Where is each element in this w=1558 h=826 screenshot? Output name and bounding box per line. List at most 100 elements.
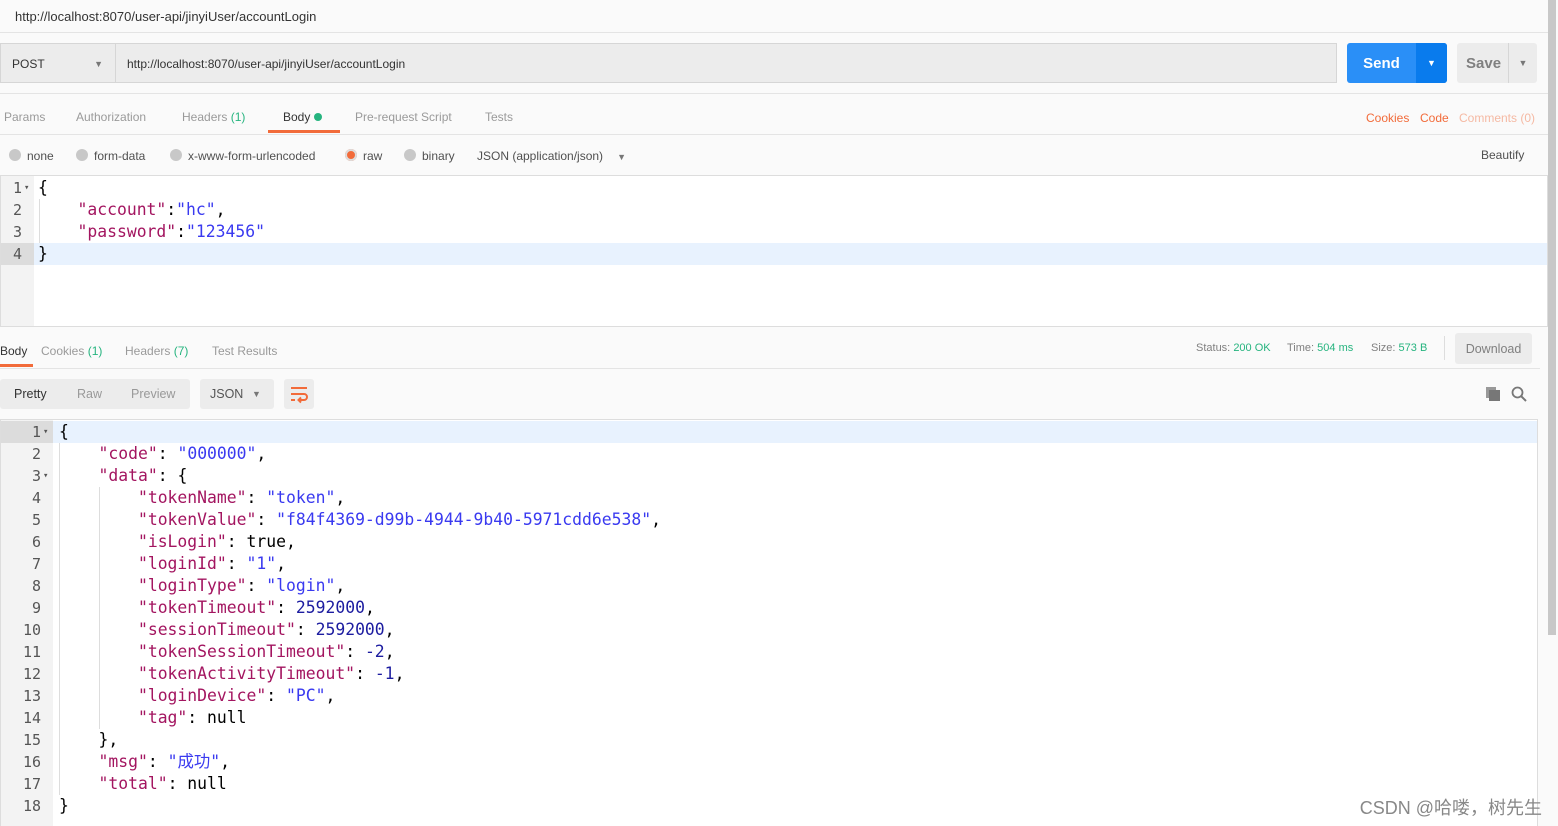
- code-token: "1": [246, 554, 277, 573]
- line-number: 3: [31, 467, 41, 485]
- chevron-down-icon: ▼: [94, 59, 103, 69]
- code-line: 1 ▾{: [1, 421, 1537, 443]
- code-token: ,: [256, 444, 267, 463]
- fold-arrow-icon[interactable]: ▾: [24, 177, 29, 199]
- send-options-chevron-icon[interactable]: ▼: [1416, 43, 1447, 83]
- radio-binary[interactable]: binary: [404, 149, 455, 163]
- fold-arrow-icon[interactable]: ▾: [43, 421, 48, 443]
- code-token: ,: [384, 642, 395, 661]
- view-raw[interactable]: Raw: [77, 387, 102, 401]
- response-tab-headers[interactable]: Headers (7): [125, 344, 188, 358]
- code-token: "loginId": [137, 554, 227, 573]
- code-line: 4 "tokenName": "token",: [1, 487, 1537, 509]
- response-body-viewer[interactable]: 1 ▾{2 "code": "000000", 3 ▾ "data": {4 "tok…: [0, 419, 1538, 826]
- code-token: ,: [215, 200, 226, 219]
- line-number: 11: [22, 643, 41, 661]
- fold-arrow-icon[interactable]: ▾: [43, 465, 48, 487]
- code-line: 5 "tokenValue": "f84f4369-d99b-4944-9b40…: [1, 509, 1537, 531]
- code-text: },: [59, 729, 118, 751]
- tab-tests[interactable]: Tests: [485, 110, 513, 124]
- radio-none[interactable]: none: [9, 149, 54, 163]
- copy-icon[interactable]: [1485, 386, 1501, 402]
- cookies-link[interactable]: Cookies: [1366, 111, 1409, 125]
- code-line: 16 "msg": "成功",: [1, 751, 1537, 773]
- radio-selected-icon: [345, 149, 357, 161]
- comments-link[interactable]: Comments (0): [1459, 111, 1535, 125]
- save-label: Save: [1466, 55, 1502, 72]
- code-text: "total": null: [59, 773, 226, 795]
- tab-authorization[interactable]: Authorization: [76, 110, 146, 124]
- view-preview[interactable]: Preview: [131, 387, 175, 401]
- code-line: 2 "code": "000000",: [1, 443, 1537, 465]
- save-options-chevron-icon[interactable]: ▼: [1508, 43, 1537, 83]
- radio-raw[interactable]: raw: [345, 149, 382, 163]
- code-token: : null: [187, 708, 247, 727]
- radio-icon: [404, 149, 416, 161]
- code-text: "tag": null: [59, 707, 247, 729]
- response-tab-cookies[interactable]: Cookies (1): [41, 344, 102, 358]
- code-token: "tag": [137, 708, 188, 727]
- time-value: 504 ms: [1317, 342, 1354, 354]
- tab-pre-request-script[interactable]: Pre-request Script: [355, 110, 452, 124]
- code-token: :: [295, 620, 316, 639]
- code-token: 2592000: [315, 620, 385, 639]
- code-token: :: [147, 752, 168, 771]
- line-number: 3: [12, 223, 22, 241]
- code-token: "login": [266, 576, 336, 595]
- content-type-select[interactable]: JSON (application/json) ▼: [477, 149, 626, 163]
- download-button[interactable]: Download: [1455, 333, 1532, 364]
- line-number: 12: [22, 665, 41, 683]
- send-button[interactable]: Send ▼: [1347, 43, 1447, 83]
- code-line: 3 ▾ "data": {: [1, 465, 1537, 487]
- line-number: 2: [31, 445, 41, 463]
- request-body-editor[interactable]: 1 ▾{2 "account":"hc", 3 "password":"123456…: [0, 175, 1548, 327]
- size-readout: Size: 573 B: [1371, 342, 1427, 354]
- view-pretty[interactable]: Pretty: [14, 387, 47, 401]
- line-number: 10: [22, 621, 41, 639]
- save-button[interactable]: Save ▼: [1457, 43, 1537, 83]
- search-icon[interactable]: [1511, 386, 1527, 402]
- code-text: "tokenTimeout": 2592000,: [59, 597, 375, 619]
- watermark: CSDN @哈喽，树先生: [1359, 798, 1542, 818]
- code-text: "tokenName": "token",: [59, 487, 345, 509]
- radio-label: form-data: [94, 149, 146, 163]
- code-line: 7 "loginId": "1",: [1, 553, 1537, 575]
- radio-form-data[interactable]: form-data: [76, 149, 145, 163]
- tab-params[interactable]: Params: [4, 110, 45, 124]
- code-line: 8 "loginType": "login",: [1, 575, 1537, 597]
- code-token: :: [226, 554, 247, 573]
- scrollbar[interactable]: [1548, 0, 1556, 635]
- size-value: 573 B: [1398, 342, 1428, 354]
- format-select[interactable]: JSON ▼: [200, 379, 274, 409]
- content-type-value: JSON (application/json): [477, 149, 604, 163]
- beautify-link[interactable]: Beautify: [1481, 148, 1524, 162]
- code-line: 11 "tokenSessionTimeout": -2,: [1, 641, 1537, 663]
- tab-body[interactable]: Body: [283, 110, 322, 124]
- code-token: "total": [98, 774, 168, 793]
- response-tab-test-results[interactable]: Test Results: [212, 344, 277, 358]
- code-text: "tokenSessionTimeout": -2,: [59, 641, 395, 663]
- code-token: {: [59, 422, 69, 441]
- line-number: 16: [22, 753, 41, 771]
- line-number: 14: [22, 709, 41, 727]
- radio-x-www-form-urlencoded[interactable]: x-www-form-urlencoded: [170, 149, 315, 163]
- code-link[interactable]: Code: [1420, 111, 1449, 125]
- tab-headers[interactable]: Headers (1): [182, 110, 245, 124]
- line-number: 18: [22, 797, 41, 815]
- code-token: "data": [98, 466, 158, 485]
- code-text: "account":"hc",: [38, 199, 226, 221]
- method-select[interactable]: POST ▼: [0, 43, 116, 83]
- url-input[interactable]: http://localhost:8070/user-api/jinyiUser…: [116, 43, 1337, 83]
- response-tab-body[interactable]: Body: [0, 344, 27, 358]
- code-token: "account": [77, 200, 167, 219]
- code-line: 10 "sessionTimeout": 2592000,: [1, 619, 1537, 641]
- code-token: :: [345, 642, 365, 661]
- headers-count: (7): [173, 344, 189, 358]
- code-text: "loginDevice": "PC",: [59, 685, 335, 707]
- status-value: 200 OK: [1233, 342, 1271, 354]
- code-token: "tokenActivityTimeout": [137, 664, 356, 683]
- wrap-lines-button[interactable]: [284, 379, 314, 409]
